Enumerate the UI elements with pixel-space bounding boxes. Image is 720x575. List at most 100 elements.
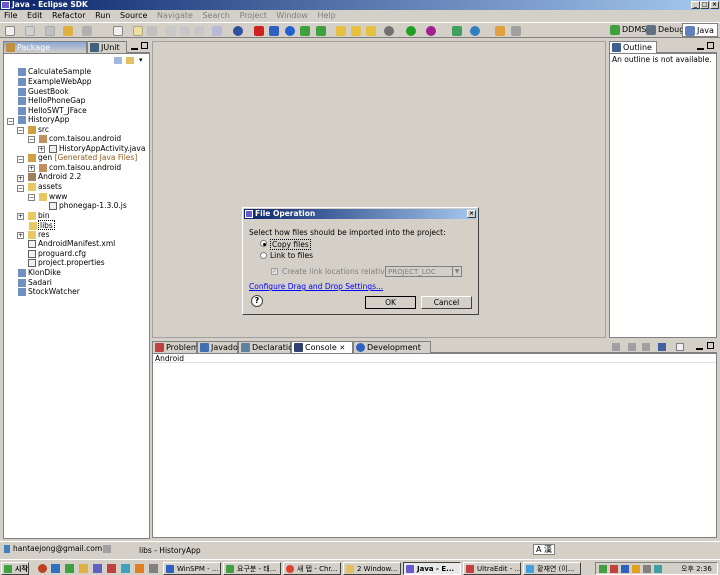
tree-item-examplewebapp[interactable]: ExampleWebApp xyxy=(18,77,92,87)
open-type-icon[interactable] xyxy=(133,26,143,36)
collapse-all-icon[interactable] xyxy=(114,57,122,64)
expand-toggle[interactable]: + xyxy=(38,146,45,153)
maximize-view-icon[interactable] xyxy=(707,342,714,349)
tab-junit[interactable]: JUnit xyxy=(87,41,127,53)
taskbar-item-java[interactable]: Java - E... xyxy=(403,562,461,575)
tree-item-gen[interactable]: gen [Generated Java Files] xyxy=(28,153,137,163)
tree-item-package[interactable]: com.taisou.android xyxy=(39,134,121,144)
status-user[interactable]: hantaejong@gmail.com xyxy=(13,544,102,553)
globe-icon[interactable] xyxy=(233,26,243,36)
save-icon[interactable] xyxy=(25,26,35,36)
radio-copy-files[interactable] xyxy=(260,240,267,247)
menu-window[interactable]: Window xyxy=(276,11,308,20)
taskbar-item-ultraedit[interactable]: UltraEdit - ... xyxy=(463,562,521,575)
gwt-icon[interactable] xyxy=(254,26,264,36)
relative-link-checkbox[interactable]: ✓ xyxy=(271,268,278,275)
view-menu-icon[interactable]: ▾ xyxy=(139,57,146,64)
new-android-test-icon[interactable] xyxy=(351,26,361,36)
tree-item-historyapp[interactable]: HistoryApp xyxy=(18,115,69,125)
chevron-down-icon[interactable]: ▼ xyxy=(452,267,461,276)
tray-icon[interactable] xyxy=(632,565,640,573)
forward-icon[interactable] xyxy=(82,26,92,36)
web-icon[interactable] xyxy=(285,26,295,36)
expand-toggle[interactable]: − xyxy=(7,118,14,125)
menu-source[interactable]: Source xyxy=(120,11,147,20)
expand-toggle[interactable]: − xyxy=(28,194,35,201)
display-console-icon[interactable] xyxy=(658,343,666,351)
tree-item-assets[interactable]: assets xyxy=(28,182,62,192)
clear-console-icon[interactable] xyxy=(612,343,620,351)
configure-dnd-link[interactable]: Configure Drag and Drop Settings... xyxy=(249,282,383,291)
terminal-icon[interactable] xyxy=(166,26,176,36)
tree-item-hellophonegap[interactable]: HelloPhoneGap xyxy=(18,96,85,106)
tab-declaration[interactable]: Declaration xyxy=(238,341,298,353)
tray-icon[interactable] xyxy=(599,565,607,573)
menu-refactor[interactable]: Refactor xyxy=(52,11,86,20)
start-button[interactable]: 시작 xyxy=(1,562,29,575)
new-icon[interactable] xyxy=(5,26,15,36)
quicklaunch-icon[interactable] xyxy=(65,564,74,573)
maximize-view-icon[interactable] xyxy=(141,42,148,49)
expand-toggle[interactable]: + xyxy=(17,213,24,220)
menu-project[interactable]: Project xyxy=(239,11,266,20)
taskbar-item-2[interactable]: 요구분 - 태... xyxy=(223,562,281,575)
location-combo[interactable]: PROJECT_LOC ▼ xyxy=(385,266,462,277)
tray-icon[interactable] xyxy=(654,565,662,573)
run-icon[interactable] xyxy=(406,26,416,36)
android-avd-icon[interactable] xyxy=(316,26,326,36)
scroll-lock-icon[interactable] xyxy=(628,343,636,351)
tab-package-explorer[interactable]: Package Explorer xyxy=(3,41,87,63)
external-tools-icon[interactable] xyxy=(426,26,436,36)
new-java-icon[interactable] xyxy=(113,26,123,36)
search-icon[interactable] xyxy=(511,26,521,36)
expand-toggle[interactable]: + xyxy=(17,175,24,182)
tree-item-stockwatcher[interactable]: StockWatcher xyxy=(18,287,80,297)
link-files-label[interactable]: Link to files xyxy=(270,251,313,260)
expand-toggle[interactable]: − xyxy=(28,136,35,143)
minimize-view-icon[interactable] xyxy=(697,43,704,50)
pin-console-icon[interactable] xyxy=(642,343,650,351)
tab-development-mode[interactable]: Development Mode xyxy=(353,341,431,363)
tray-icon[interactable] xyxy=(610,565,618,573)
tab-console[interactable]: Console ✕ xyxy=(291,341,353,353)
quicklaunch-icon[interactable] xyxy=(107,564,116,573)
copy-files-label[interactable]: Copy files xyxy=(270,239,311,250)
maximize-button[interactable]: □ xyxy=(700,1,709,9)
menu-file[interactable]: File xyxy=(4,11,17,20)
taskbar-item-winspm[interactable]: WinSPM - ... xyxy=(163,562,221,575)
console-icon[interactable] xyxy=(180,26,190,36)
ok-button[interactable]: OK xyxy=(365,296,416,309)
tab-outline[interactable]: Outline xyxy=(609,41,657,53)
tray-icon[interactable] xyxy=(643,565,651,573)
tree-item-klondike[interactable]: KlonDike xyxy=(18,268,61,278)
quicklaunch-icon[interactable] xyxy=(135,564,144,573)
minimize-view-icon[interactable] xyxy=(131,43,138,50)
pin-icon[interactable] xyxy=(194,26,204,36)
menu-help[interactable]: Help xyxy=(318,11,336,20)
ime-indicator[interactable]: A 漢 xyxy=(533,544,556,555)
menu-edit[interactable]: Edit xyxy=(27,11,43,20)
quicklaunch-icon[interactable] xyxy=(121,564,130,573)
cancel-button[interactable]: Cancel xyxy=(421,296,472,309)
menu-run[interactable]: Run xyxy=(95,11,110,20)
quicklaunch-icon[interactable] xyxy=(93,564,102,573)
tree-item-libs[interactable]: libs xyxy=(29,220,55,230)
debug-icon[interactable] xyxy=(384,26,394,36)
console-area[interactable]: Android xyxy=(152,353,717,538)
expand-toggle[interactable]: − xyxy=(17,156,24,163)
open-folder-icon[interactable] xyxy=(495,26,505,36)
menu-navigate[interactable]: Navigate xyxy=(157,11,193,20)
radio-link-files[interactable] xyxy=(260,252,267,259)
new-android-xml-icon[interactable] xyxy=(366,26,376,36)
expand-toggle[interactable]: − xyxy=(17,127,24,134)
quicklaunch-icon[interactable] xyxy=(149,564,158,573)
tree-item-manifest[interactable]: AndroidManifest.xml xyxy=(28,239,115,249)
quicklaunch-icon[interactable] xyxy=(79,564,88,573)
deploy-icon[interactable] xyxy=(269,26,279,36)
help-icon[interactable]: ? xyxy=(251,295,263,307)
tree-item-phonegap-js[interactable]: phonegap-1.3.0.js xyxy=(49,201,127,211)
open-task-icon[interactable] xyxy=(147,26,157,36)
close-button[interactable]: × xyxy=(710,1,719,9)
tree-item-calculatesample[interactable]: CalculateSample xyxy=(18,67,91,77)
quicklaunch-icon[interactable] xyxy=(38,564,47,573)
